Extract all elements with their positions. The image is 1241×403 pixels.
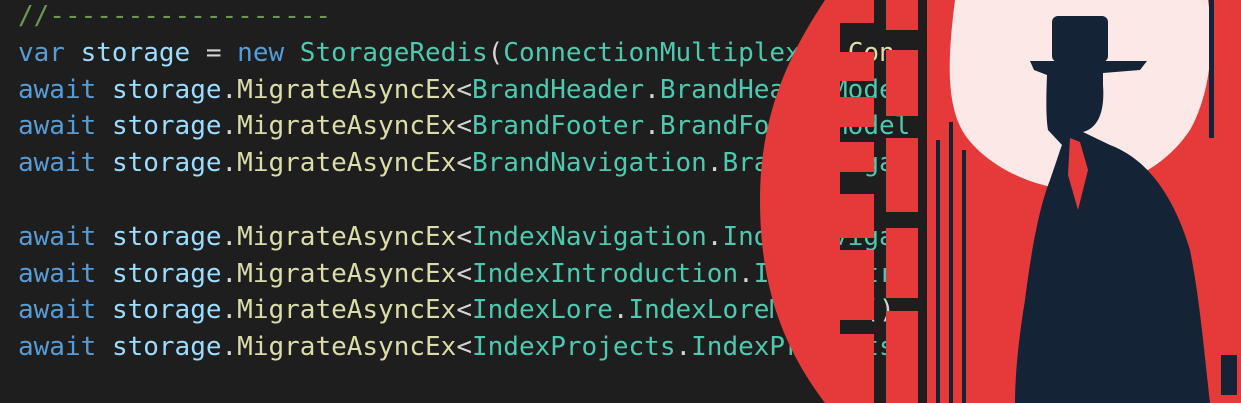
red-ellipse-decoration (760, 0, 840, 403)
screenshot-frame: //------------------ var storage = new St… (0, 0, 1241, 403)
spy-artwork (760, 0, 1241, 403)
